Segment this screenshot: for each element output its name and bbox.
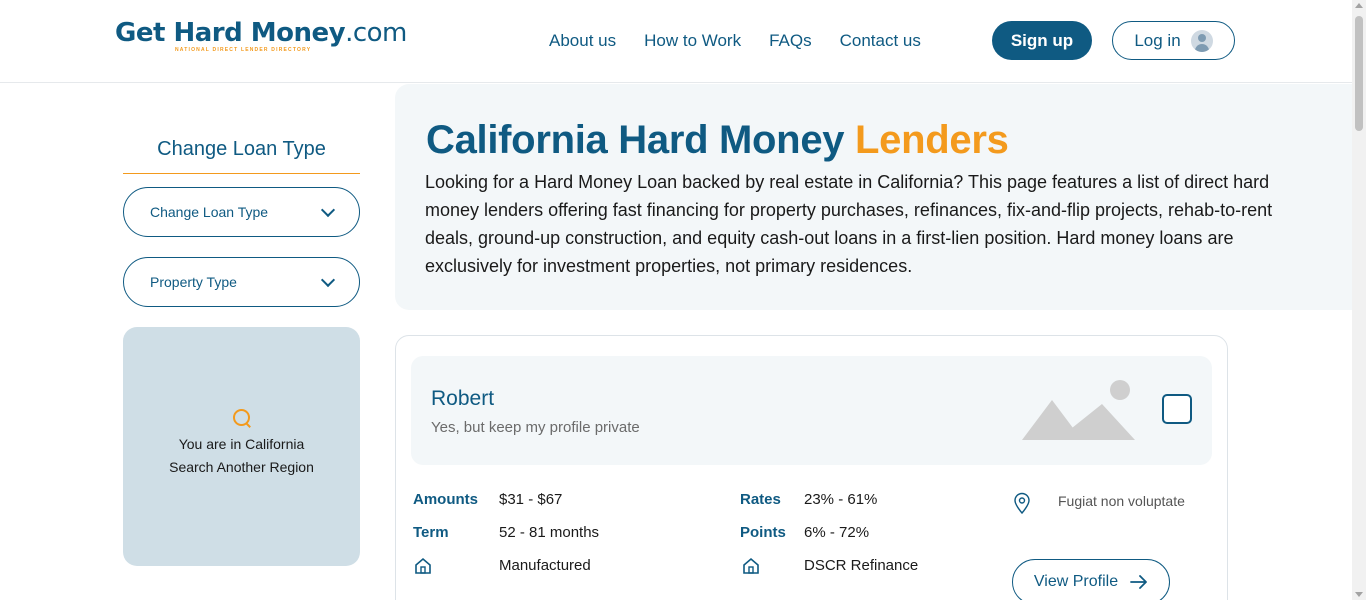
site-header: Get Hard Money.com NATIONAL DIRECT LENDE…	[0, 0, 1352, 83]
page-title-accent: Lenders	[855, 118, 1009, 162]
chevron-down-icon	[320, 272, 336, 287]
amounts-label: Amounts	[413, 491, 478, 508]
points-value: 6% - 72%	[804, 524, 870, 541]
page-scrollbar[interactable]	[1352, 0, 1366, 600]
page-title: California Hard Money Lenders	[426, 118, 1009, 163]
nav-faqs[interactable]: FAQs	[769, 31, 812, 51]
logo-tagline: NATIONAL DIRECT LENDER DIRECTORY	[175, 47, 312, 53]
chevron-down-icon	[320, 202, 336, 217]
lender-location: Fugiat non voluptate	[1058, 493, 1185, 509]
page-description: Looking for a Hard Money Loan backed by …	[425, 172, 1273, 276]
scroll-thumb[interactable]	[1355, 16, 1363, 131]
property-type-select[interactable]: Property Type	[123, 257, 360, 307]
current-region-text: You are in California	[178, 435, 305, 452]
arrow-right-icon	[1130, 575, 1147, 589]
sidebar-title: Change Loan Type	[123, 138, 360, 174]
property-type-select-label: Property Type	[150, 274, 237, 290]
search-region-box[interactable]: You are in California Search Another Reg…	[123, 327, 360, 566]
scroll-up-arrow-icon[interactable]	[1355, 3, 1363, 8]
search-icon	[232, 408, 251, 427]
amounts-value: $31 - $67	[499, 491, 563, 508]
loan-type-select-label: Change Loan Type	[150, 204, 269, 220]
search-another-region-link[interactable]: Search Another Region	[169, 456, 314, 479]
login-button[interactable]: Log in	[1112, 21, 1235, 60]
term-value: 52 - 81 months	[499, 524, 600, 541]
user-avatar-icon	[1190, 29, 1213, 52]
signup-button[interactable]: Sign up	[992, 21, 1092, 60]
main-nav: About us How to Work FAQs Contact us	[549, 31, 921, 51]
home-icon	[743, 557, 759, 574]
loan-type-select[interactable]: Change Loan Type	[123, 187, 360, 237]
loan-type-value: DSCR Refinance	[804, 557, 919, 574]
logo-wordmark: Get Hard Money.com	[115, 18, 407, 48]
nav-how-to-work[interactable]: How to Work	[644, 31, 741, 51]
lender-name[interactable]: Robert	[431, 387, 494, 411]
page-title-main: California Hard Money	[426, 118, 845, 162]
compare-checkbox[interactable]	[1162, 394, 1192, 424]
login-label: Log in	[1134, 30, 1181, 50]
term-label: Term	[413, 524, 449, 541]
points-label: Points	[740, 524, 786, 541]
scroll-down-arrow-icon[interactable]	[1355, 592, 1363, 597]
logo-main-text: Get Hard Money	[115, 18, 346, 48]
nav-about-us[interactable]: About us	[549, 31, 616, 51]
nav-contact-us[interactable]: Contact us	[840, 31, 921, 51]
lender-image-placeholder-icon	[1017, 372, 1142, 444]
view-profile-button[interactable]: View Profile	[1012, 559, 1170, 600]
site-logo[interactable]: Get Hard Money.com NATIONAL DIRECT LENDE…	[115, 18, 407, 58]
rates-label: Rates	[740, 491, 781, 508]
property-type-value: Manufactured	[499, 557, 591, 574]
logo-suffix: .com	[345, 18, 407, 48]
lender-subtitle: Yes, but keep my profile private	[431, 419, 640, 436]
location-pin-icon	[1014, 492, 1030, 514]
rates-value: 23% - 61%	[804, 491, 878, 508]
home-icon	[415, 557, 431, 574]
view-profile-label: View Profile	[1033, 573, 1119, 590]
